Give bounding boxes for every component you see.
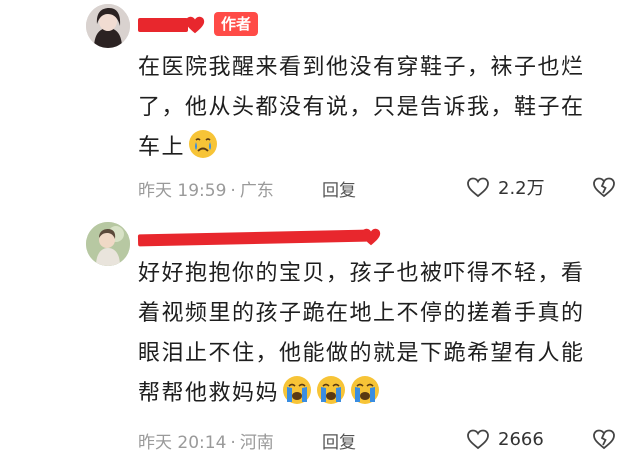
meta-separator: · (230, 181, 236, 201)
loudly-crying-face-icon (351, 376, 380, 404)
comment-meta: 昨天 20:14 · 河南 (138, 428, 274, 453)
redacted-username[interactable] (137, 229, 369, 247)
broken-heart-icon[interactable] (592, 176, 616, 198)
like-count: 2.2万 (498, 178, 545, 199)
crying-face-icon (189, 130, 218, 158)
comment-text: 好好抱抱你的宝贝，孩子也被吓得不轻，看 着视频里的孩子跪在地上不停的搓着手真的 … (138, 254, 608, 414)
broken-heart-icon[interactable] (592, 428, 616, 450)
comment-text-line-text: 车上 (138, 135, 186, 160)
comment-text-line: 眼泪止不住，他能做的就是下跪希望有人能 (138, 341, 585, 366)
author-badge: 作者 (214, 12, 258, 36)
like-button[interactable]: 2.2万 (466, 175, 545, 199)
heart-icon (361, 228, 381, 246)
comment-time: 昨天 19:59 (138, 181, 227, 201)
like-count: 2666 (498, 428, 544, 450)
avatar-image (86, 222, 130, 266)
comment-item: 作者 在医院我醒来看到他没有穿鞋子，袜子也烂 了，他从头都没有说，只是告诉我，鞋… (0, 0, 640, 212)
heart-outline-icon (467, 177, 489, 198)
comment-text-line: 在医院我醒来看到他没有穿鞋子，袜子也烂 (138, 55, 585, 80)
comment-text-line: 车上 (138, 128, 608, 168)
comment-time: 昨天 20:14 (138, 433, 227, 453)
comment-location: 广东 (239, 181, 274, 201)
like-button[interactable]: 2666 (466, 427, 544, 451)
heart-icon (185, 16, 205, 34)
meta-separator: · (230, 433, 236, 453)
reply-button[interactable]: 回复 (322, 428, 356, 453)
heart-outline-icon (467, 429, 489, 450)
reply-button[interactable]: 回复 (322, 176, 356, 201)
comment-text-line: 了，他从头都没有说，只是告诉我，鞋子在 (138, 95, 585, 120)
comment-text-line: 帮帮他救妈妈 (138, 374, 608, 414)
avatar-image (86, 4, 130, 48)
comment-text-line: 好好抱抱你的宝贝，孩子也被吓得不轻，看 (138, 261, 585, 286)
avatar[interactable] (86, 222, 130, 266)
comment-item: 好好抱抱你的宝贝，孩子也被吓得不轻，看 着视频里的孩子跪在地上不停的搓着手真的 … (0, 212, 640, 453)
comment-location: 河南 (239, 433, 274, 453)
redacted-username[interactable] (138, 18, 188, 32)
comment-text-line-text: 帮帮他救妈妈 (138, 381, 280, 406)
avatar[interactable] (86, 4, 130, 48)
comment-text-line: 着视频里的孩子跪在地上不停的搓着手真的 (138, 301, 585, 326)
loudly-crying-face-icon (317, 376, 346, 404)
comment-text: 在医院我醒来看到他没有穿鞋子，袜子也烂 了，他从头都没有说，只是告诉我，鞋子在 … (138, 48, 608, 168)
loudly-crying-face-icon (283, 376, 312, 404)
comment-meta: 昨天 19:59 · 广东 (138, 176, 274, 201)
